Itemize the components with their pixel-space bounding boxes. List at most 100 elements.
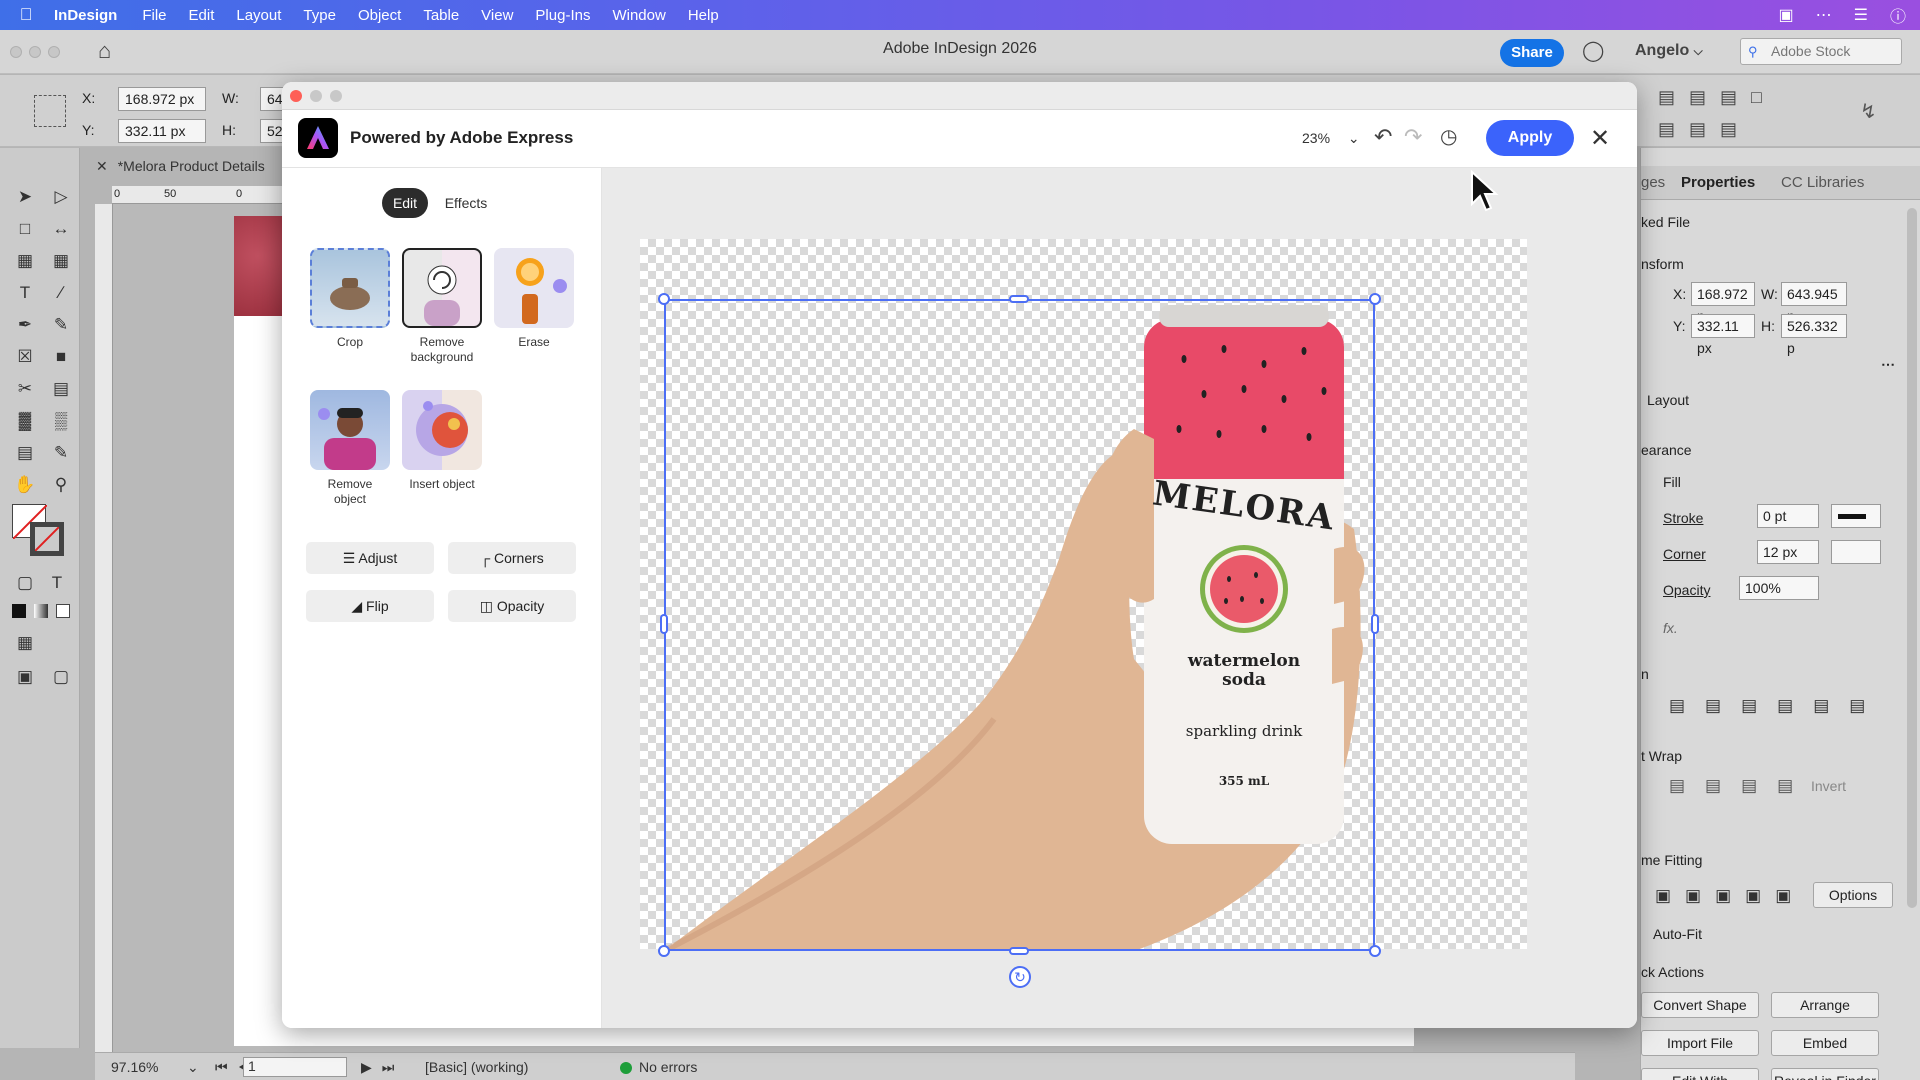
wrap-icons-row[interactable]: ▤▤▤▤ (1669, 776, 1813, 796)
chevron-down-icon[interactable]: ⌄ (187, 1059, 199, 1076)
lightning-icon[interactable]: ↯ (1860, 99, 1877, 124)
convert-shape-button[interactable]: Convert Shape (1641, 992, 1759, 1018)
gradient-swatch-tool-icon[interactable]: ▓ (14, 410, 36, 432)
normal-view-icon[interactable]: ▣ (14, 666, 36, 688)
apply-gradient-icon[interactable] (34, 604, 48, 618)
import-file-button[interactable]: Import File (1641, 1030, 1759, 1056)
gap-tool-icon[interactable]: ↔ (50, 218, 72, 240)
content-collector-icon[interactable]: ▦ (14, 250, 36, 272)
menu-window[interactable]: Window (601, 7, 676, 24)
x-field[interactable]: 168.972 p (1691, 282, 1755, 324)
resize-handle-left[interactable] (660, 614, 668, 634)
apple-icon[interactable]:  (0, 5, 52, 25)
close-icon[interactable]: ✕ (1590, 124, 1610, 153)
close-tab-icon[interactable]: ✕ (96, 158, 108, 174)
history-icon[interactable]: ◷ (1440, 124, 1457, 149)
pen-tool-icon[interactable]: ✒ (14, 314, 36, 336)
gradient-feather-tool-icon[interactable]: ▒ (50, 410, 72, 432)
formatting-text-icon[interactable]: T (46, 572, 68, 594)
stroke-swatch[interactable] (30, 522, 64, 556)
tab-cc-libraries[interactable]: CC Libraries (1781, 174, 1864, 191)
type-tool-icon[interactable]: T (14, 282, 36, 304)
preflight-status[interactable]: No errors (639, 1059, 697, 1075)
menu-plugins[interactable]: Plug-Ins (524, 7, 601, 24)
corner-shape-dropdown[interactable] (1831, 540, 1881, 564)
align-icons-row[interactable]: ▤▤▤□ (1658, 87, 1776, 108)
stock-search-input[interactable]: Adobe Stock (1740, 38, 1902, 65)
reveal-in-finder-button[interactable]: Reveal in Finder (1771, 1068, 1879, 1080)
resize-handle-top-left[interactable] (658, 293, 670, 305)
flip-button[interactable]: ◢ Flip (306, 590, 434, 622)
rectangle-frame-tool-icon[interactable]: ☒ (14, 346, 36, 368)
menu-file[interactable]: File (131, 7, 177, 24)
rectangle-tool-icon[interactable]: ■ (50, 346, 72, 368)
distribute-icons-row[interactable]: ▤▤▤ (1658, 119, 1751, 140)
selection-box[interactable] (664, 299, 1375, 951)
control-center-icon[interactable]: ☰ (1854, 5, 1868, 25)
zoom-level[interactable]: 97.16% (111, 1059, 158, 1075)
corner-size-field[interactable]: 12 px (1757, 540, 1819, 564)
stroke-type-dropdown[interactable] (1831, 504, 1881, 528)
remove-background-action[interactable]: Remove background (402, 248, 482, 365)
erase-action[interactable]: Erase (494, 248, 574, 350)
tab-edit[interactable]: Edit (382, 188, 428, 218)
menu-edit[interactable]: Edit (178, 7, 226, 24)
x-field[interactable]: 168.972 px (118, 87, 206, 111)
adjust-button[interactable]: ☰ Adjust (306, 542, 434, 574)
corners-button[interactable]: ┌ Corners (448, 542, 576, 574)
resize-handle-right[interactable] (1371, 614, 1379, 634)
w-field[interactable]: 643.945 p (1781, 282, 1847, 324)
remove-object-action[interactable]: Remove object (310, 390, 390, 507)
opacity-field[interactable]: 100% (1739, 576, 1819, 600)
screen-mirror-icon[interactable]: ▣ (1779, 5, 1794, 25)
insert-object-action[interactable]: Insert object (402, 390, 482, 492)
resize-handle-bottom-right[interactable] (1369, 945, 1381, 957)
h-field[interactable]: 526.332 p (1781, 314, 1847, 356)
direct-selection-tool-icon[interactable]: ▷ (50, 186, 72, 208)
content-placer-icon[interactable]: ▦ (50, 250, 72, 272)
help-circle-icon[interactable]: ⓘ (1890, 3, 1906, 27)
menu-type[interactable]: Type (292, 7, 347, 24)
note-tool-icon[interactable]: ▤ (14, 442, 36, 464)
auto-fit-checkbox[interactable]: Auto-Fit (1653, 926, 1702, 942)
fill-label[interactable]: Fill (1663, 474, 1681, 490)
arrange-button[interactable]: Arrange (1771, 992, 1879, 1018)
embed-button[interactable]: Embed (1771, 1030, 1879, 1056)
menu-object[interactable]: Object (347, 7, 412, 24)
y-field[interactable]: 332.11 px (118, 119, 206, 143)
free-transform-tool-icon[interactable]: ▤ (50, 378, 72, 400)
panel-scrollbar[interactable] (1907, 208, 1917, 908)
zoom-window-icon[interactable] (330, 90, 342, 102)
apply-color-icon[interactable] (12, 604, 26, 618)
menu-layout[interactable]: Layout (225, 7, 292, 24)
minimize-window-icon[interactable] (310, 90, 322, 102)
zoom-tool-icon[interactable]: ⚲ (50, 474, 72, 496)
line-tool-icon[interactable]: ∕ (50, 282, 72, 304)
tab-effects[interactable]: Effects (436, 188, 496, 218)
apply-none-icon[interactable] (56, 604, 70, 618)
redo-icon[interactable]: ↷ (1404, 124, 1422, 150)
eyedropper-tool-icon[interactable]: ✎ (50, 442, 72, 464)
stroke-label[interactable]: Stroke (1663, 510, 1703, 526)
opacity-button[interactable]: ◫ Opacity (448, 590, 576, 622)
more-options-icon[interactable]: ⋯ (1881, 356, 1895, 373)
hand-tool-icon[interactable]: ✋ (14, 474, 36, 496)
menu-view[interactable]: View (470, 7, 524, 24)
y-field[interactable]: 332.11 px (1691, 314, 1755, 356)
opacity-label[interactable]: Opacity (1663, 582, 1710, 598)
crop-action[interactable]: Crop (310, 248, 390, 350)
edit-in-express-icon[interactable]: ▦ (14, 632, 36, 654)
screen-mode-icon[interactable]: ▢ (50, 666, 72, 688)
resize-handle-top[interactable] (1009, 295, 1029, 303)
tab-pages[interactable]: ges (1641, 174, 1665, 191)
edit-with-button[interactable]: Edit With (1641, 1068, 1759, 1080)
options-button[interactable]: Options (1813, 882, 1893, 908)
document-tab[interactable]: ✕ *Melora Product Details (96, 158, 296, 178)
resize-handle-bottom-left[interactable] (658, 945, 670, 957)
menu-table[interactable]: Table (412, 7, 470, 24)
pencil-tool-icon[interactable]: ✎ (50, 314, 72, 336)
close-window-icon[interactable] (290, 90, 302, 102)
lightbulb-icon[interactable]: ◯ (1582, 38, 1604, 63)
apply-button[interactable]: Apply (1486, 120, 1574, 156)
page-nav-next-last-icons[interactable]: ▶⏭ (361, 1059, 404, 1076)
